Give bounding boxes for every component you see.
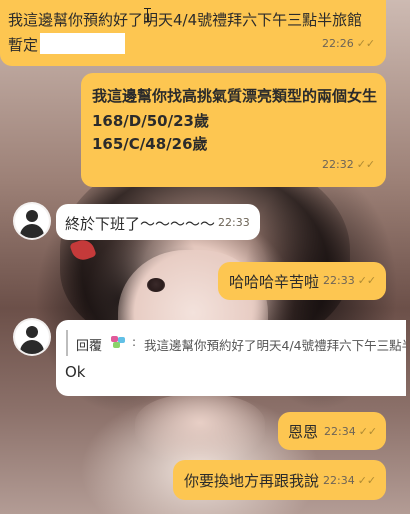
message-text: 我這邊幫你預約好了明天4/4號禮拜六下午三點半旅館 (8, 11, 363, 29)
message-text: 165/C/48/26歲 (92, 135, 208, 153)
text-cursor-icon (144, 8, 151, 22)
double-check-icon: ✓✓ (358, 425, 378, 438)
separator-colon: : (132, 335, 137, 349)
message-timestamp: 22:33 (218, 216, 250, 229)
default-user-avatar-icon[interactable] (15, 320, 49, 354)
double-check-icon: ✓✓ (357, 274, 377, 287)
message-text: 168/D/50/23歲 (92, 112, 209, 130)
redacted-block (40, 33, 125, 54)
reply-quote[interactable]: 回覆 : 我這邊幫你預約好了明天4/4號禮拜六下午三點半旅 (66, 330, 406, 356)
sticker-icon (111, 336, 125, 349)
message-bubble-outgoing[interactable]: 你要換地方再跟我說 22:34 ✓✓ (173, 460, 386, 500)
message-meta: 22:32 ✓✓ (322, 158, 375, 171)
message-bubble-outgoing[interactable]: 我這邊幫你預約好了明天4/4號禮拜六下午三點半旅館 暫定 22:26 ✓✓ (0, 0, 386, 66)
message-text: 恩恩 (288, 423, 319, 441)
message-text: 終於下班了～～～～～ (65, 215, 216, 233)
avatar-body (20, 224, 44, 238)
default-user-avatar-icon[interactable] (15, 204, 49, 238)
message-text: 暫定 (8, 36, 39, 54)
message-text: 你要換地方再跟我說 (184, 472, 320, 490)
message-timestamp: 22:32 (322, 158, 354, 171)
avatar-head (26, 210, 38, 222)
message-bubble-outgoing[interactable]: 哈哈哈辛苦啦 22:33 ✓✓ (218, 262, 386, 300)
double-check-icon: ✓✓ (356, 158, 376, 171)
message-bubble-incoming[interactable]: 終於下班了～～～～～ 22:33 (56, 204, 260, 240)
message-meta: 22:34 ✓✓ (323, 474, 376, 487)
background-eye-left (147, 278, 165, 292)
message-bubble-outgoing[interactable]: 恩恩 22:34 ✓✓ (278, 412, 386, 450)
message-bubble-outgoing[interactable]: 我這邊幫你找高挑氣質漂亮類型的兩個女生 168/D/50/23歲 165/C/4… (81, 73, 386, 187)
double-check-icon: ✓✓ (356, 37, 376, 50)
message-text: Ok (65, 363, 86, 381)
background-hands (135, 395, 265, 465)
avatar-head (26, 326, 38, 338)
message-timestamp: 22:26 (322, 37, 354, 50)
message-bubble-incoming[interactable]: 回覆 : 我這邊幫你預約好了明天4/4號禮拜六下午三點半旅 Ok (56, 320, 406, 396)
double-check-icon: ✓✓ (357, 474, 377, 487)
reply-quoted-text: 我這邊幫你預約好了明天4/4號禮拜六下午三點半旅 (144, 338, 406, 353)
message-meta: 22:26 ✓✓ (322, 37, 375, 50)
message-meta: 22:33 ✓✓ (323, 274, 376, 287)
reply-label: 回覆 (76, 339, 103, 354)
message-text: 我這邊幫你找高挑氣質漂亮類型的兩個女生 (92, 87, 378, 105)
message-text: 哈哈哈辛苦啦 (229, 273, 320, 291)
message-meta: 22:34 ✓✓ (324, 425, 377, 438)
avatar-body (20, 340, 44, 354)
message-timestamp: 22:34 (324, 425, 356, 438)
message-timestamp: 22:34 (323, 474, 355, 487)
message-timestamp: 22:33 (323, 274, 355, 287)
